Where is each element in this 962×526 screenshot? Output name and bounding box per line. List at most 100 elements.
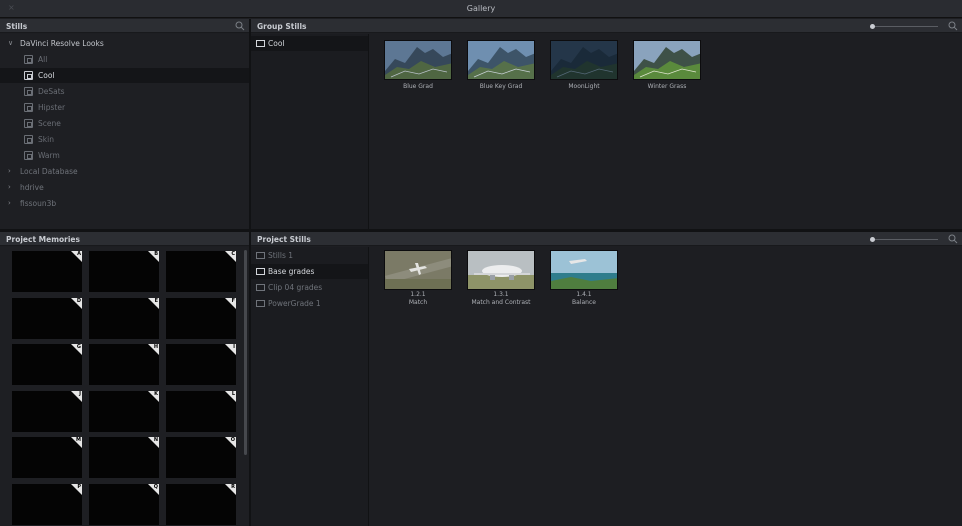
tree-item[interactable]: › Local Database	[0, 164, 249, 179]
memories-scrollbar[interactable]	[244, 250, 247, 455]
memory-slot[interactable]: B	[89, 251, 159, 292]
album-icon	[24, 119, 33, 128]
album-label: PowerGrade 1	[268, 299, 321, 308]
still-thumbnail[interactable]: MoonLight	[550, 40, 618, 91]
memory-slot[interactable]: P	[12, 483, 82, 525]
album-icon	[256, 284, 265, 291]
memory-key-label: H	[153, 344, 158, 350]
album-divider	[368, 34, 369, 229]
still-label: Blue Grad	[403, 83, 433, 90]
search-icon[interactable]	[948, 21, 958, 31]
memory-key-label: L	[231, 390, 235, 397]
still-thumbnail[interactable]: 1.3.1 Match and Contrast	[467, 250, 535, 307]
memory-slot[interactable]: F	[166, 297, 236, 339]
still-label: Winter Grass	[647, 83, 687, 90]
memory-key-label: M	[76, 437, 81, 443]
memory-key-label: C	[231, 251, 235, 257]
memory-key-label: I	[233, 344, 235, 350]
memory-slot[interactable]: A	[12, 251, 82, 292]
memory-slot[interactable]: M	[12, 437, 82, 478]
memory-key-label: E	[154, 297, 158, 304]
album-icon	[256, 252, 265, 259]
memory-slot[interactable]: J	[12, 390, 82, 432]
tree-item[interactable]: DeSats	[0, 84, 249, 99]
window-title: Gallery	[466, 4, 496, 13]
memory-slot[interactable]: O	[166, 437, 236, 478]
still-thumbnail[interactable]: Blue Key Grad	[467, 40, 535, 91]
tree-item[interactable]: ∨ DaVinci Resolve Looks	[0, 36, 249, 51]
chevron-right-icon[interactable]: ›	[8, 196, 11, 211]
still-thumbnail[interactable]: Blue Grad	[384, 40, 452, 91]
tree-item-label: Hipster	[38, 103, 66, 112]
search-icon[interactable]	[235, 21, 245, 31]
still-image[interactable]	[384, 250, 452, 290]
memory-key-label: B	[154, 251, 158, 257]
album-icon	[24, 103, 33, 112]
memory-slot[interactable]: I	[166, 344, 236, 385]
memory-slot[interactable]: K	[89, 390, 159, 432]
memory-key-label: P	[77, 483, 81, 490]
memory-slot[interactable]: Q	[89, 483, 159, 525]
album-label: Base grades	[268, 267, 315, 276]
still-thumbnail[interactable]: 1.4.1 Balance	[550, 250, 618, 307]
still-label: Blue Key Grad	[479, 83, 523, 90]
tree-item-label: fissoun3b	[20, 199, 57, 208]
project-stills-title: Project Stills	[257, 235, 311, 244]
album-item[interactable]: PowerGrade 1	[251, 296, 368, 311]
still-image[interactable]	[384, 40, 452, 80]
stills-panel-header: Stills	[0, 19, 249, 33]
zoom-slider-track[interactable]	[871, 239, 938, 240]
still-label: Balance	[572, 299, 596, 306]
memory-key-label: D	[76, 297, 81, 304]
memory-slot[interactable]: N	[89, 437, 159, 478]
tree-item-label: DaVinci Resolve Looks	[20, 39, 104, 48]
memory-slot[interactable]: D	[12, 297, 82, 339]
memory-key-label: K	[154, 390, 158, 397]
memory-slot[interactable]: G	[12, 344, 82, 385]
chevron-right-icon[interactable]: ›	[8, 180, 11, 195]
memory-key-label: Q	[153, 483, 158, 490]
still-thumbnail[interactable]: 1.2.1 Match	[384, 250, 452, 307]
album-icon	[24, 87, 33, 96]
album-item[interactable]: Clip 04 grades	[251, 280, 368, 295]
album-item[interactable]: Stills 1	[251, 248, 368, 263]
tree-item[interactable]: All	[0, 52, 249, 67]
tree-item[interactable]: › hdrive	[0, 180, 249, 195]
album-item[interactable]: Base grades	[251, 264, 368, 279]
memory-key-label: G	[76, 344, 81, 350]
search-icon[interactable]	[948, 234, 958, 244]
tree-item[interactable]: Warm	[0, 148, 249, 163]
still-label: Match	[408, 299, 428, 306]
album-item[interactable]: Cool	[251, 36, 368, 51]
group-stills-title: Group Stills	[257, 22, 307, 31]
chevron-right-icon[interactable]: ›	[8, 164, 11, 179]
still-image[interactable]	[550, 250, 618, 290]
memory-key-label: F	[231, 297, 235, 304]
tree-item[interactable]: Cool	[0, 68, 249, 83]
album-label: Stills 1	[268, 251, 294, 260]
still-thumbnail[interactable]: Winter Grass	[633, 40, 701, 91]
still-image[interactable]	[467, 40, 535, 80]
tree-item-label: Scene	[38, 119, 61, 128]
still-image[interactable]	[633, 40, 701, 80]
zoom-slider-handle[interactable]	[870, 24, 875, 29]
tree-item-label: Local Database	[20, 167, 78, 176]
tree-item[interactable]: Skin	[0, 132, 249, 147]
memory-slot[interactable]: E	[89, 297, 159, 339]
tree-item[interactable]: › fissoun3b	[0, 196, 249, 211]
tree-item[interactable]: Scene	[0, 116, 249, 131]
still-image[interactable]	[467, 250, 535, 290]
memory-slot[interactable]: R	[166, 483, 236, 525]
zoom-slider-track[interactable]	[871, 26, 938, 27]
memory-slot[interactable]: C	[166, 251, 236, 292]
still-label: Match and Contrast	[471, 299, 531, 306]
still-id: 1.2.1	[410, 291, 426, 298]
memory-slot[interactable]: L	[166, 390, 236, 432]
stills-panel-title: Stills	[6, 22, 28, 31]
chevron-down-icon[interactable]: ∨	[8, 36, 13, 51]
group-stills-header: Group Stills	[251, 19, 962, 33]
zoom-slider-handle[interactable]	[870, 237, 875, 242]
memory-slot[interactable]: H	[89, 344, 159, 385]
still-image[interactable]	[550, 40, 618, 80]
tree-item[interactable]: Hipster	[0, 100, 249, 115]
